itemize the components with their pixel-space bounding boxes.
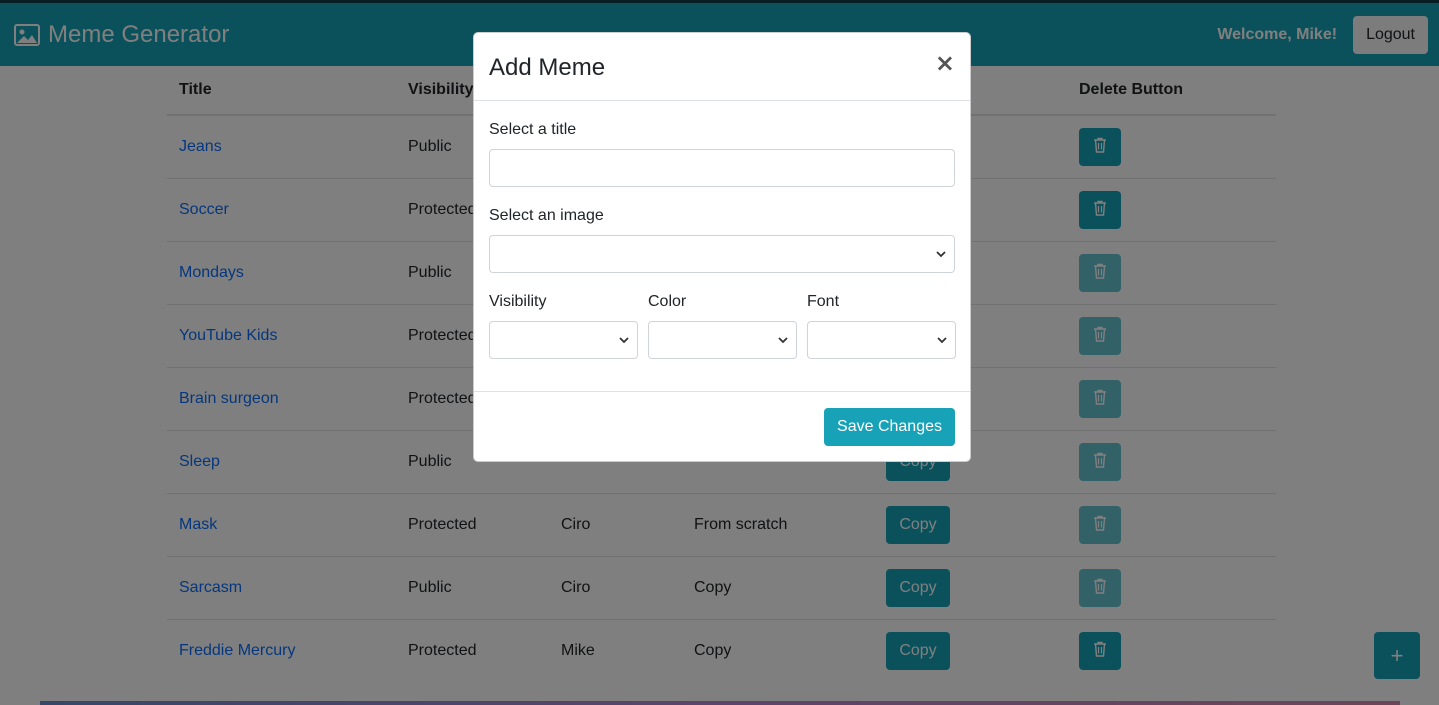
chevron-down-icon (619, 337, 629, 344)
visibility-select[interactable] (489, 321, 638, 359)
color-label: Color (648, 293, 687, 310)
chevron-down-icon (778, 337, 788, 344)
close-icon[interactable]: × (935, 51, 955, 75)
modal-body: Select a title Select an image Visibilit… (474, 101, 970, 392)
visibility-label: Visibility (489, 293, 547, 310)
modal-footer: Save Changes (474, 392, 970, 462)
color-select[interactable] (648, 321, 797, 359)
font-label: Font (807, 293, 840, 310)
image-label: Select an image (489, 207, 604, 224)
font-select[interactable] (807, 321, 956, 359)
add-meme-modal: Add Meme × Select a title Select an imag… (473, 32, 971, 462)
image-select[interactable] (489, 235, 955, 273)
modal-header: Add Meme × (474, 33, 970, 101)
chevron-down-icon (936, 251, 946, 258)
title-label: Select a title (489, 121, 577, 138)
chevron-down-icon (937, 337, 947, 344)
title-input[interactable] (489, 149, 955, 187)
save-changes-button[interactable]: Save Changes (824, 408, 955, 446)
modal-title: Add Meme (489, 53, 606, 81)
